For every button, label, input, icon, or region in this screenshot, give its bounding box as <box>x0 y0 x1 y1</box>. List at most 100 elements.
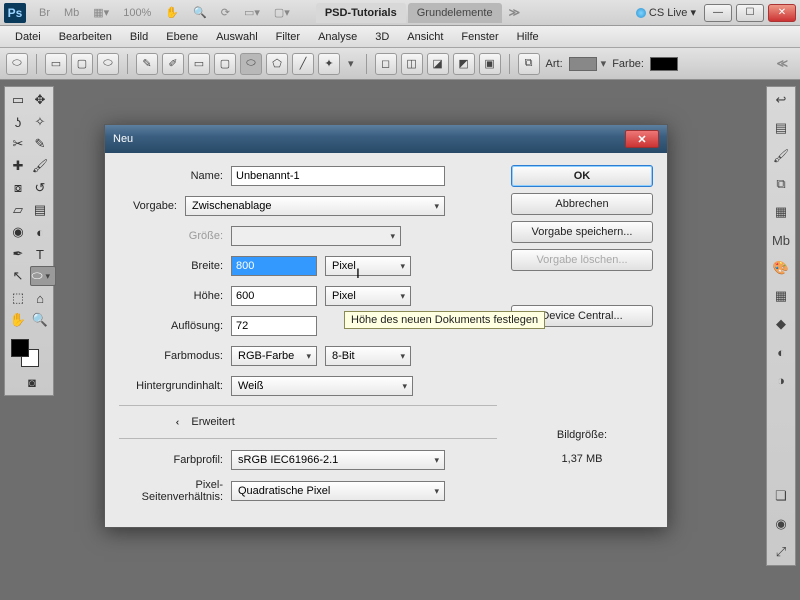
menu-ebene[interactable]: Ebene <box>157 29 207 45</box>
menu-datei[interactable]: Datei <box>6 29 50 45</box>
menu-bild[interactable]: Bild <box>121 29 157 45</box>
ellipse-shape-icon[interactable]: ⬭ <box>97 53 119 75</box>
pen-mode-icon[interactable]: ✎ <box>136 53 158 75</box>
panel-swatches-icon[interactable]: ▦ <box>772 287 790 305</box>
style-arrow[interactable]: ▾ <box>601 57 607 70</box>
ok-button[interactable]: OK <box>511 165 653 187</box>
custom-shape-icon[interactable]: ✦ <box>318 53 340 75</box>
pathop-add-icon[interactable]: ◫ <box>401 53 423 75</box>
tool-dodge[interactable]: ◐ <box>30 222 50 242</box>
panel-clonesrc-icon[interactable]: ⧉ <box>772 175 790 193</box>
width-input[interactable] <box>231 256 317 276</box>
panel-styles-icon[interactable]: ◆ <box>772 315 790 333</box>
panel-brushpreset-icon[interactable]: ▦ <box>772 203 790 221</box>
tool-zoom[interactable]: 🔍 <box>30 310 50 330</box>
tool-move[interactable]: ✥ <box>30 90 50 110</box>
bridge-shortcut[interactable]: Br <box>33 4 56 22</box>
panel-masks-icon[interactable]: ◑ <box>772 371 790 389</box>
ellipse-tool-icon[interactable]: ⬭ <box>240 53 262 75</box>
panel-color-icon[interactable]: 🎨 <box>772 259 790 277</box>
tool-path[interactable]: ↖ <box>8 266 28 286</box>
tool-type[interactable]: T <box>30 244 50 264</box>
dialog-titlebar[interactable]: Neu ✕ <box>105 125 667 153</box>
zoom-shortcut[interactable]: 🔍 <box>187 3 213 22</box>
rotate-shortcut[interactable]: ⟳ <box>215 3 236 22</box>
menu-3d[interactable]: 3D <box>366 29 398 45</box>
workspace-tab-active[interactable]: PSD-Tutorials <box>316 3 406 23</box>
colorprofile-select[interactable]: sRGB IEC61966-2.1 <box>231 450 445 470</box>
fg-color[interactable] <box>11 339 29 357</box>
tool-3dcam[interactable]: ⌂ <box>30 288 50 308</box>
tool-crop[interactable]: ✂ <box>8 134 28 154</box>
minibridge-shortcut[interactable]: Mb <box>58 4 85 22</box>
tool-heal[interactable]: ✚ <box>8 156 28 176</box>
panel-channels-icon[interactable]: ◉ <box>772 515 790 533</box>
panel-layers-icon[interactable]: ❏ <box>772 487 790 505</box>
preset-select[interactable]: Zwischenablage <box>185 196 445 216</box>
view-extras-menu[interactable]: ▦▾ <box>87 3 115 22</box>
menu-hilfe[interactable]: Hilfe <box>508 29 548 45</box>
pathop-subtract-icon[interactable]: ◪ <box>427 53 449 75</box>
tool-history[interactable]: ↺ <box>30 178 50 198</box>
minimize-button[interactable]: — <box>704 4 732 22</box>
screenmode-menu[interactable]: ▢▾ <box>268 3 296 22</box>
overflow-icon[interactable]: ≪ <box>776 57 788 70</box>
polygon-tool-icon[interactable]: ⬠ <box>266 53 288 75</box>
close-button[interactable]: ✕ <box>768 4 796 22</box>
menu-fenster[interactable]: Fenster <box>452 29 507 45</box>
panel-adjust-icon[interactable]: ◐ <box>772 343 790 361</box>
pathop-intersect-icon[interactable]: ◩ <box>453 53 475 75</box>
rect-shape-icon[interactable]: ▭ <box>45 53 67 75</box>
shape-options-arrow[interactable]: ▾ <box>348 57 354 70</box>
tool-eyedropper[interactable]: ✎ <box>30 134 50 154</box>
quickmask-icon[interactable]: ◙ <box>8 372 56 392</box>
tool-3d[interactable]: ⬚ <box>8 288 28 308</box>
more-workspaces-icon[interactable]: ≫ <box>509 6 521 19</box>
cslive-menu[interactable]: CS Live ▾ <box>636 6 696 19</box>
panel-paths-icon[interactable]: ⤢ <box>772 543 790 561</box>
line-tool-icon[interactable]: ╱ <box>292 53 314 75</box>
tool-wand[interactable]: ✧ <box>30 112 50 132</box>
color-swatch[interactable] <box>650 57 678 71</box>
panel-minibridge-icon[interactable]: Mb <box>772 231 790 249</box>
tool-brush[interactable]: 🖌 <box>30 156 50 176</box>
style-link-icon[interactable]: ⧉ <box>518 53 540 75</box>
tool-shape[interactable]: ⬭ <box>30 266 56 286</box>
advanced-toggle[interactable]: ⌃ Erweitert <box>119 416 497 428</box>
bgcontent-select[interactable]: Weiß <box>231 376 413 396</box>
tool-blur[interactable]: ◉ <box>8 222 28 242</box>
tool-preset-icon[interactable]: ⬭ <box>6 53 28 75</box>
maximize-button[interactable]: ☐ <box>736 4 764 22</box>
height-unit-select[interactable]: Pixel <box>325 286 411 306</box>
menu-auswahl[interactable]: Auswahl <box>207 29 267 45</box>
colormode-select[interactable]: RGB-Farbe <box>231 346 317 366</box>
save-preset-button[interactable]: Vorgabe speichern... <box>511 221 653 243</box>
resolution-input[interactable] <box>231 316 317 336</box>
rrect-shape-icon[interactable]: ▢ <box>71 53 93 75</box>
pixelaspect-select[interactable]: Quadratische Pixel <box>231 481 445 501</box>
menu-ansicht[interactable]: Ansicht <box>398 29 452 45</box>
freeform-pen-icon[interactable]: ✐ <box>162 53 184 75</box>
pathop-exclude-icon[interactable]: ▣ <box>479 53 501 75</box>
menu-bearbeiten[interactable]: Bearbeiten <box>50 29 121 45</box>
width-unit-select[interactable]: Pixel <box>325 256 411 276</box>
menu-analyse[interactable]: Analyse <box>309 29 366 45</box>
tool-gradient[interactable]: ▤ <box>30 200 50 220</box>
bitdepth-select[interactable]: 8-Bit <box>325 346 411 366</box>
name-input[interactable] <box>231 166 445 186</box>
tool-hand[interactable]: ✋ <box>8 310 28 330</box>
tool-pen[interactable]: ✒ <box>8 244 28 264</box>
tool-eraser[interactable]: ▱ <box>8 200 28 220</box>
zoom-level[interactable]: 100% <box>117 4 157 22</box>
panel-history-icon[interactable]: ↩ <box>772 91 790 109</box>
pathop-new-icon[interactable]: ◻ <box>375 53 397 75</box>
arrange-menu[interactable]: ▭▾ <box>238 3 266 22</box>
tool-marquee[interactable]: ▭ <box>8 90 28 110</box>
cancel-button[interactable]: Abbrechen <box>511 193 653 215</box>
tool-stamp[interactable]: ⧇ <box>8 178 28 198</box>
rrect-tool-icon[interactable]: ▢ <box>214 53 236 75</box>
panel-brush-icon[interactable]: 🖌 <box>772 147 790 165</box>
fgbg-swatch[interactable] <box>8 336 56 370</box>
dialog-close-button[interactable]: ✕ <box>625 130 659 148</box>
style-swatch[interactable] <box>569 57 597 71</box>
